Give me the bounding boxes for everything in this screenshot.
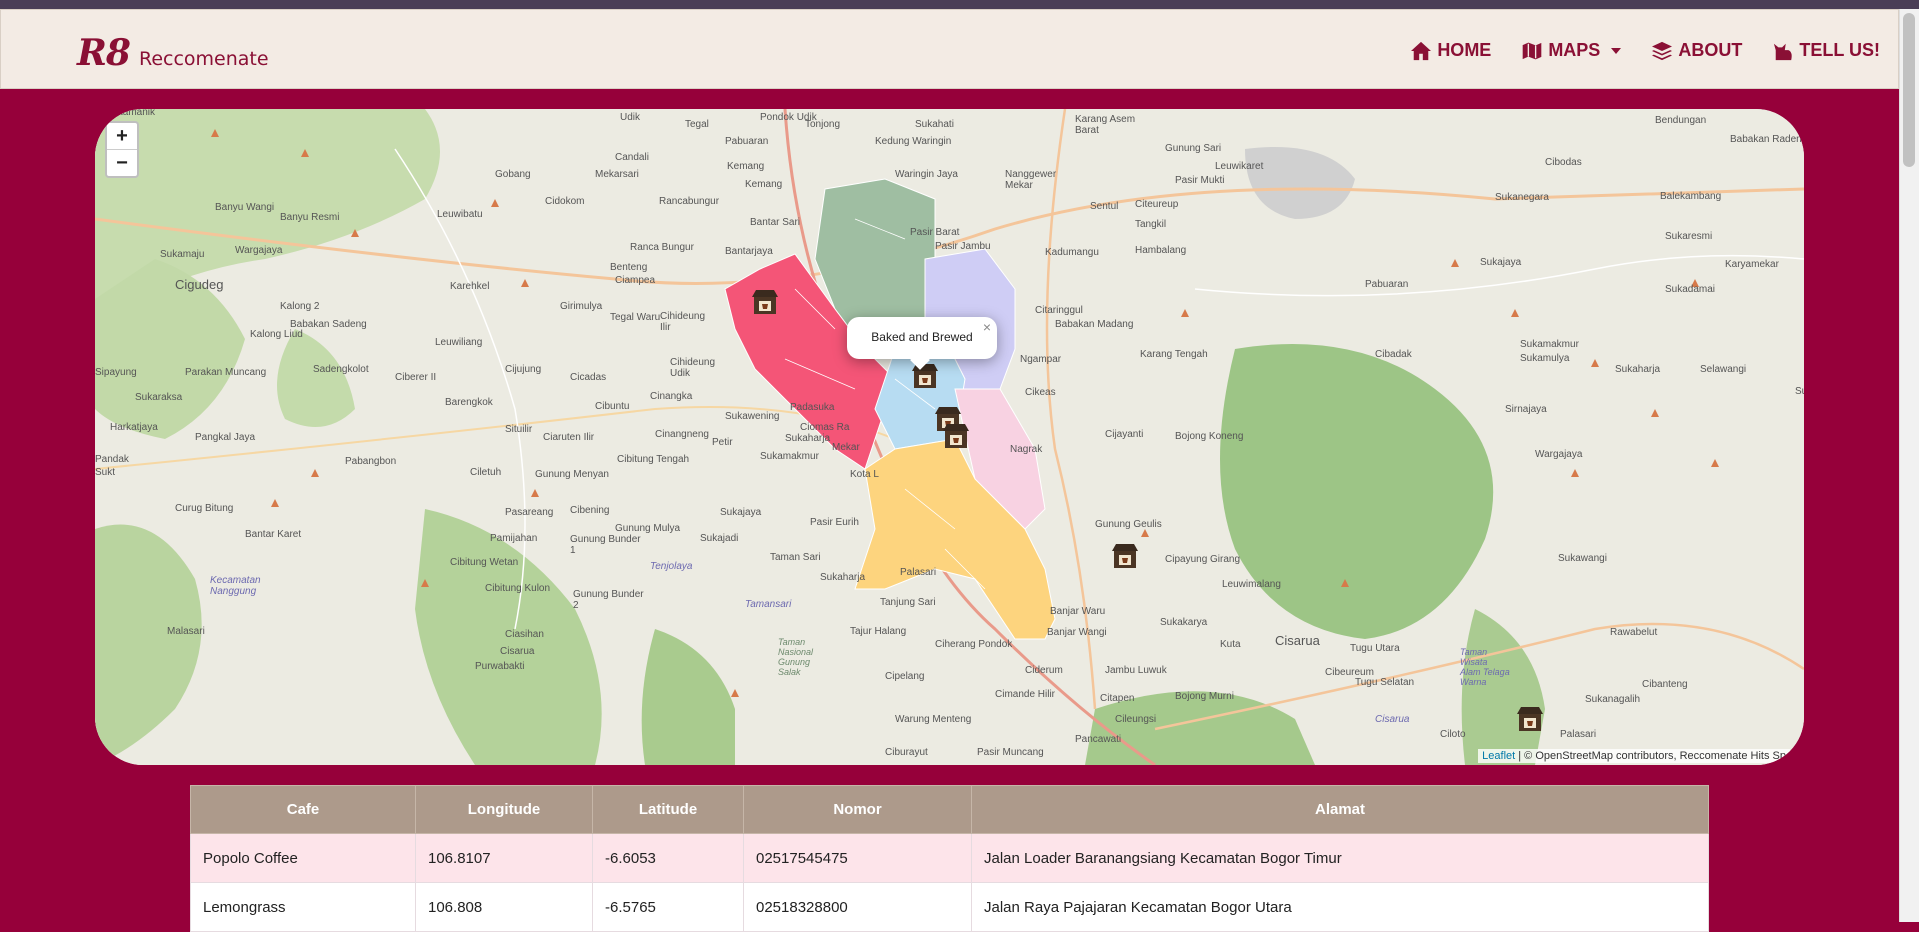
nav-maps-dropdown[interactable]: MAPS xyxy=(1521,40,1622,61)
layers-icon xyxy=(1652,41,1673,60)
home-icon xyxy=(1411,41,1432,60)
map-attribution: Leaflet | © OpenStreetMap contributors, … xyxy=(1478,749,1790,763)
nav-home-label: HOME xyxy=(1437,40,1492,60)
shop-icon xyxy=(752,290,778,314)
attribution-text: | © OpenStreetMap contributors, Reccomen… xyxy=(1515,750,1786,762)
scrollbar-thumb[interactable] xyxy=(1903,13,1915,167)
cafe-table: Cafe Longitude Latitude Nomor Alamat Pop… xyxy=(190,785,1709,932)
nav-tellus-label: TELL US! xyxy=(1799,40,1880,60)
header-alamat: Alamat xyxy=(971,785,1709,834)
cell-longitude: 106.808 xyxy=(415,882,593,932)
cell-alamat: Jalan Raya Pajajaran Kecamatan Bogor Uta… xyxy=(971,882,1709,932)
nav-home-link[interactable]: HOME xyxy=(1410,40,1491,61)
cell-cafe: Popolo Coffee xyxy=(190,833,416,883)
table-header-row: Cafe Longitude Latitude Nomor Alamat xyxy=(190,785,1709,834)
cell-latitude: -6.6053 xyxy=(592,833,744,883)
header-longitude: Longitude xyxy=(415,785,593,834)
header-nomor: Nomor xyxy=(743,785,972,834)
cafe-marker[interactable] xyxy=(910,361,940,391)
nav-tellus-link[interactable]: TELL US! xyxy=(1772,40,1880,61)
cat-icon xyxy=(1774,43,1793,60)
shop-icon xyxy=(912,364,938,388)
cell-nomor: 02518328800 xyxy=(743,882,972,932)
zoom-out-button[interactable]: − xyxy=(107,150,137,176)
cell-latitude: -6.5765 xyxy=(592,882,744,932)
cell-cafe: Lemongrass xyxy=(190,882,416,932)
browser-top-strip xyxy=(0,0,1919,9)
navbar: R8 Reccomenate HOME MAPS ABOUT TELL US! xyxy=(0,9,1899,89)
map-popup: Baked and Brewed × xyxy=(847,317,997,370)
zoom-control: + − xyxy=(105,121,139,178)
brand-name: Reccomenate xyxy=(138,48,269,70)
cell-longitude: 106.8107 xyxy=(415,833,593,883)
zoom-in-button[interactable]: + xyxy=(107,123,137,150)
cafe-table-container: Cafe Longitude Latitude Nomor Alamat Pop… xyxy=(190,785,1709,932)
table-row: Popolo Coffee 106.8107 -6.6053 025175454… xyxy=(190,833,1709,883)
cafe-marker[interactable] xyxy=(941,421,971,451)
header-latitude: Latitude xyxy=(592,785,744,834)
cafe-marker[interactable] xyxy=(750,287,780,317)
leaflet-link[interactable]: Leaflet xyxy=(1482,750,1515,762)
map-icon xyxy=(1521,40,1543,61)
brand-logo[interactable]: R8 Reccomenate xyxy=(77,32,269,74)
close-icon[interactable]: × xyxy=(983,319,991,335)
header-cafe: Cafe xyxy=(190,785,416,834)
nav-about-link[interactable]: ABOUT xyxy=(1651,40,1742,61)
shop-icon xyxy=(1112,544,1138,568)
map-container[interactable]: Cintamanik Udik Tegal Pondok Udik Tonjon… xyxy=(95,109,1804,765)
table-row: Lemongrass 106.808 -6.5765 02518328800 J… xyxy=(190,882,1709,932)
cafe-marker[interactable] xyxy=(1515,704,1545,734)
brand-mark: R8 xyxy=(77,32,131,74)
cell-alamat: Jalan Loader Baranangsiang Kecamatan Bog… xyxy=(971,833,1709,883)
nav-menu: HOME MAPS ABOUT TELL US! xyxy=(1410,40,1880,61)
cafe-marker[interactable] xyxy=(1110,541,1140,571)
chevron-down-icon xyxy=(1611,47,1622,54)
popup-cafe-name: Baked and Brewed xyxy=(871,330,973,344)
shop-icon xyxy=(943,424,969,448)
nav-maps-label: MAPS xyxy=(1548,40,1601,60)
page-scrollbar[interactable] xyxy=(1899,9,1919,922)
nav-about-label: ABOUT xyxy=(1678,40,1743,60)
shop-icon xyxy=(1517,707,1543,731)
cell-nomor: 02517545475 xyxy=(743,833,972,883)
